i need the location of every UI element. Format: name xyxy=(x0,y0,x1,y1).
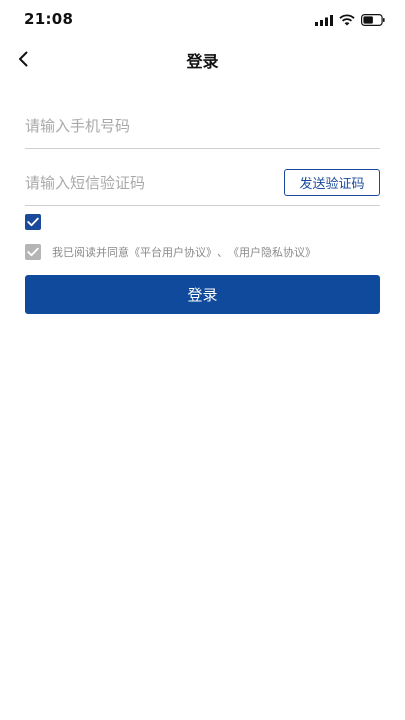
agreement-separator: 、 xyxy=(217,246,228,259)
signal-icon xyxy=(315,14,333,26)
phone-field xyxy=(25,104,380,149)
phone-input[interactable] xyxy=(25,104,380,148)
agreement-prefix: 我已阅读并同意 xyxy=(52,246,129,259)
send-code-button[interactable]: 发送验证码 xyxy=(284,169,380,196)
wifi-icon xyxy=(339,14,355,26)
nav-bar: 登录 xyxy=(0,40,405,78)
agreement-text: 我已阅读并同意 《平台用户协议》 、 《用户隐私协议》 xyxy=(52,244,316,260)
battery-icon xyxy=(361,14,385,26)
check-icon xyxy=(27,217,39,227)
privacy-agreement-link[interactable]: 《用户隐私协议》 xyxy=(228,244,316,260)
checkbox[interactable] xyxy=(25,214,41,230)
code-field: 发送验证码 xyxy=(25,161,380,206)
agreement-checkbox[interactable] xyxy=(25,244,41,260)
status-time: 21:08 xyxy=(24,10,74,28)
status-bar: 21:08 xyxy=(0,0,405,40)
page-title: 登录 xyxy=(186,52,219,71)
check-icon xyxy=(27,247,39,257)
login-button[interactable]: 登录 xyxy=(25,275,380,314)
platform-agreement-link[interactable]: 《平台用户协议》 xyxy=(129,244,217,260)
agreement-row: 我已阅读并同意 《平台用户协议》 、 《用户隐私协议》 xyxy=(25,243,316,261)
status-icons xyxy=(315,13,385,27)
sms-code-input[interactable] xyxy=(25,161,265,205)
